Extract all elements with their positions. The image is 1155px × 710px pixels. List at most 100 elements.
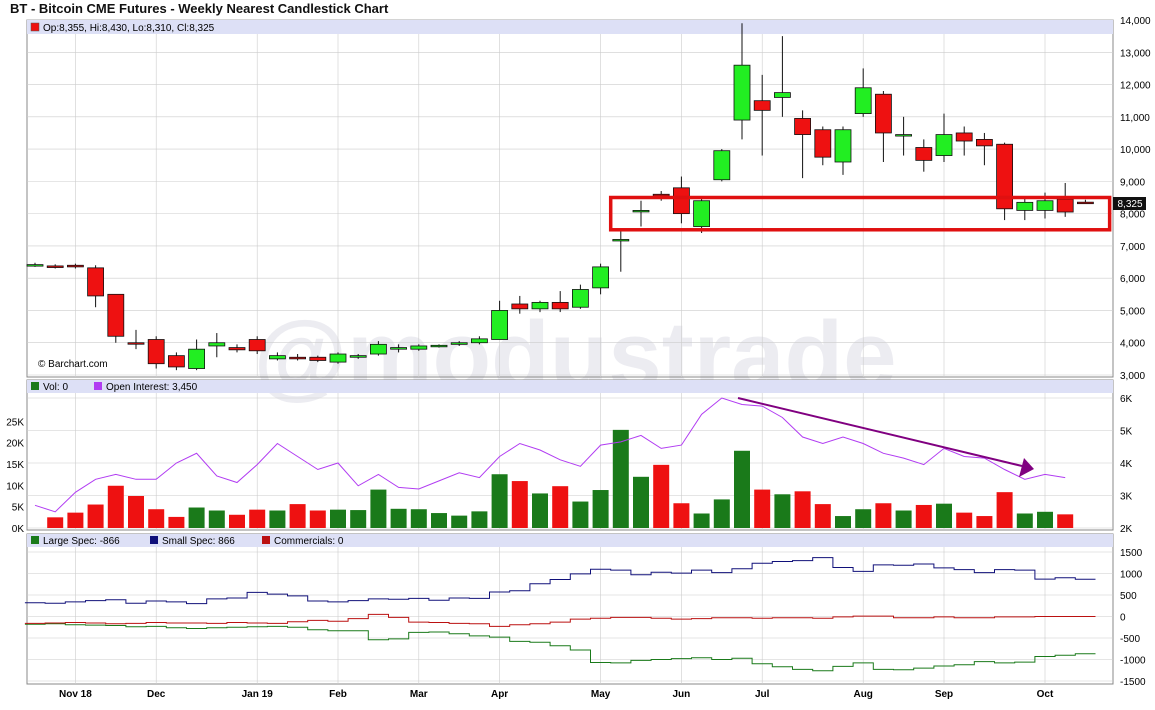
volume-axis-label: 25K — [6, 417, 24, 428]
large-spec-label: Large Spec: -866 — [43, 536, 120, 547]
commercials-label: Commercials: 0 — [274, 536, 344, 547]
cot-axis-label: 500 — [1120, 591, 1137, 602]
volume-bar — [734, 450, 750, 528]
candle-body — [208, 342, 226, 347]
candle-body — [713, 150, 731, 181]
candle-body — [329, 353, 347, 363]
x-axis-label: Apr — [491, 689, 508, 700]
price-axis-label: 10,000 — [1120, 145, 1151, 156]
volume-bar — [148, 509, 165, 528]
cot-axis-label: 1500 — [1120, 548, 1143, 559]
price-axis-label: 7,000 — [1120, 242, 1145, 253]
volume-legend-label: Vol: 0 — [43, 382, 68, 393]
volume-bar — [774, 494, 791, 528]
oi-axis-label: 4K — [1120, 459, 1133, 470]
oi-axis-label: 2K — [1120, 524, 1133, 535]
volume-bar — [653, 464, 670, 528]
x-axis-label: Dec — [147, 689, 166, 700]
volume-bar — [633, 476, 649, 528]
copyright: © Barchart.com — [38, 359, 108, 370]
price-axis-label: 11,000 — [1120, 113, 1150, 124]
candle-body — [592, 266, 609, 289]
candle-body — [551, 301, 569, 310]
volume-legend-swatch — [31, 382, 39, 390]
volume-bar — [370, 489, 387, 528]
volume-bar — [249, 509, 266, 528]
oi-legend-swatch — [94, 382, 102, 390]
candle-body — [248, 339, 266, 352]
volume-bar — [208, 510, 225, 528]
x-axis-label: Mar — [410, 689, 428, 700]
candle-body — [188, 348, 206, 369]
candle-body — [390, 347, 408, 350]
candle-body — [895, 134, 912, 137]
small-spec-line — [24, 557, 1096, 605]
price-axis-label: 9,000 — [1120, 177, 1145, 188]
volume-bar — [289, 504, 306, 528]
candle-body — [470, 338, 488, 344]
small-spec-swatch — [150, 536, 158, 544]
volume-bar — [188, 507, 205, 528]
candle-body — [794, 118, 811, 135]
volume-bar — [936, 503, 952, 528]
volume-bar — [612, 429, 629, 528]
volume-axis-label: 15K — [6, 460, 24, 471]
candle-body — [612, 239, 630, 242]
price-axis-label: 12,000 — [1120, 81, 1151, 92]
volume-bar — [673, 503, 690, 528]
volume-bar — [471, 511, 488, 528]
volume-bar — [855, 509, 872, 528]
candle-body — [107, 293, 125, 337]
candle-body — [349, 355, 367, 358]
candle-body — [228, 347, 246, 351]
volume-bar — [107, 485, 124, 528]
large-spec-line — [24, 623, 1096, 672]
candle-body — [268, 355, 286, 360]
candle-body — [632, 210, 650, 213]
oi-axis-label: 3K — [1120, 492, 1133, 503]
candle-body — [814, 129, 832, 158]
volume-bar — [915, 504, 932, 528]
volume-bar — [431, 513, 447, 528]
volume-axis-label: 0K — [12, 524, 25, 535]
volume-bar — [269, 510, 286, 528]
last-price-label: 8,325 — [1117, 199, 1142, 210]
candle-body — [733, 64, 751, 121]
volume-bar — [390, 508, 407, 528]
volume-bar — [1016, 513, 1033, 528]
volume-bar — [754, 489, 771, 528]
price-axis-label: 8,000 — [1120, 210, 1145, 221]
price-axis-label: 3,000 — [1120, 371, 1145, 382]
candle-body — [572, 289, 589, 308]
x-axis-label: Aug — [853, 689, 872, 700]
volume-axis-label: 20K — [6, 439, 24, 450]
candle-body — [875, 93, 892, 134]
x-axis-label: Oct — [1037, 689, 1054, 700]
candle-body — [935, 134, 953, 156]
small-spec-label: Small Spec: 866 — [162, 536, 235, 547]
commercials-swatch — [262, 536, 270, 544]
candle-body — [915, 147, 933, 161]
oi-axis-label: 5K — [1120, 427, 1133, 438]
volume-bar — [451, 515, 468, 528]
volume-bar — [875, 503, 892, 528]
candle-body — [491, 310, 509, 340]
price-axis-label: 4,000 — [1120, 339, 1145, 350]
candle-body — [46, 265, 64, 268]
volume-bar — [895, 510, 912, 528]
volume-bar — [128, 496, 144, 528]
x-axis-label: Jun — [673, 689, 691, 700]
candle-body — [430, 344, 448, 348]
cot-axis-label: 0 — [1120, 613, 1126, 624]
volume-bar — [552, 486, 569, 528]
large-spec-swatch — [31, 536, 39, 544]
volume-bar — [491, 474, 508, 528]
volume-bar — [168, 516, 185, 528]
candle-body — [753, 100, 771, 111]
x-axis-label: May — [591, 689, 611, 700]
cot-axis-label: -500 — [1120, 634, 1140, 645]
x-axis-label: Jul — [755, 689, 770, 700]
volume-bar — [532, 493, 548, 528]
candle-body — [147, 339, 165, 365]
price-axis-label: 5,000 — [1120, 306, 1145, 317]
